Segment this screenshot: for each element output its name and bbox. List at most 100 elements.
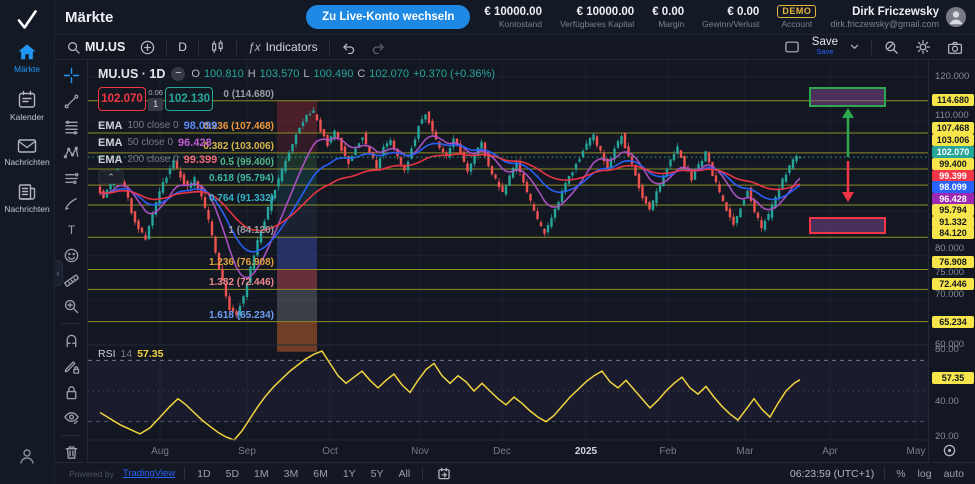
text-tool[interactable]: T <box>59 220 83 240</box>
change-value: +0.370 (+0.36%) <box>413 68 495 80</box>
emoji-tool[interactable] <box>59 245 83 265</box>
range-3m-button[interactable]: 3M <box>281 468 302 480</box>
home-icon <box>17 43 37 61</box>
position-tool[interactable] <box>59 168 83 188</box>
hide-drawings-tool[interactable] <box>59 408 83 428</box>
sidebar-nav: Märkte Kalender Nachrichten Nachrichten <box>0 43 54 214</box>
symbol-search-button[interactable]: MU.US <box>63 38 129 56</box>
save-menu-button[interactable] <box>846 42 863 52</box>
profile-icon[interactable] <box>18 447 36 470</box>
price-axis-label: 65.234 <box>932 316 974 328</box>
app-sidebar: Märkte Kalender Nachrichten Nachrichten <box>0 0 55 484</box>
magnet-tool[interactable] <box>59 331 83 351</box>
pattern-tool[interactable] <box>59 143 83 163</box>
save-button[interactable]: Save Save <box>812 37 838 57</box>
indicator-value: 96.428 <box>178 137 212 149</box>
screenshot-button[interactable] <box>943 38 967 57</box>
session-clock[interactable]: 06:23:59 (UTC+1) <box>790 468 874 480</box>
fib-level-label: 1.618 (65.234) <box>88 310 274 321</box>
user-email: dirk.friczewsky@gmail.com <box>830 19 939 29</box>
indicators-button[interactable]: ƒx Indicators <box>244 38 322 56</box>
price-axis[interactable]: 120.000114.680110.000107.468103.006102.0… <box>928 60 975 462</box>
goto-date-button[interactable] <box>432 464 456 484</box>
interval-button[interactable]: D <box>174 38 191 56</box>
undo-button[interactable] <box>337 39 360 56</box>
range-1d-button[interactable]: 1D <box>194 468 213 480</box>
brush-tool[interactable] <box>59 194 83 214</box>
switch-to-live-button[interactable]: Zu Live-Konto wechseln <box>306 5 470 29</box>
indicator-row-ema100[interactable]: EMA 100 close 0 98.099 <box>98 117 495 134</box>
save-label: Save <box>812 37 838 47</box>
hide-drawings-icon <box>63 409 80 426</box>
chart-style-button[interactable] <box>206 37 229 57</box>
indicator-row-ema200[interactable]: EMA 200 close 0 99.399 <box>98 151 495 168</box>
range-5y-button[interactable]: 5Y <box>368 468 387 480</box>
legend-collapse-chevron[interactable]: ⌃ <box>98 170 124 184</box>
pattern-icon <box>63 144 80 161</box>
crosshair-tool[interactable] <box>59 66 83 86</box>
brush-icon <box>63 195 80 212</box>
mail-icon <box>17 138 37 154</box>
trendline-tool[interactable] <box>59 92 83 112</box>
legend-collapse-button[interactable]: − <box>171 67 185 81</box>
time-axis-label: Nov <box>411 446 429 457</box>
sidebar-item-nachrichten-news[interactable]: Nachrichten <box>0 183 54 214</box>
price-axis-label: 114.680 <box>932 94 974 106</box>
tradingview-link[interactable]: TradingView <box>123 468 175 479</box>
legend-symbol[interactable]: MU.US · 1D <box>98 67 165 81</box>
range-1m-button[interactable]: 1M <box>251 468 272 480</box>
lock-icon <box>63 384 80 401</box>
sidebar-collapse-handle[interactable]: ‹ <box>54 260 63 286</box>
stat-label: Account <box>781 19 812 29</box>
range-6m-button[interactable]: 6M <box>310 468 331 480</box>
remove-drawings-tool[interactable] <box>59 443 83 463</box>
sidebar-item-nachrichten-mail[interactable]: Nachrichten <box>0 138 54 167</box>
divider <box>871 39 872 55</box>
sidebar-item-kalender[interactable]: Kalender <box>0 90 54 122</box>
drawing-mode-tool[interactable] <box>59 357 83 377</box>
crosshair-icon <box>63 67 80 84</box>
fib-retracement-tool[interactable] <box>59 117 83 137</box>
divider <box>198 39 199 55</box>
chart-canvas[interactable]: AugSepOctNovDec2025FebMarAprMay MU.US · … <box>88 60 928 462</box>
zoom-in-tool[interactable] <box>59 296 83 316</box>
sidebar-item-maerkte[interactable]: Märkte <box>0 43 54 74</box>
layout-button[interactable] <box>780 38 804 56</box>
indicator-value: 99.399 <box>184 154 218 166</box>
lock-all-tool[interactable] <box>59 382 83 402</box>
quantity-field[interactable]: 1 <box>148 98 163 111</box>
redo-icon <box>371 41 386 54</box>
redo-button[interactable] <box>367 39 390 56</box>
time-axis-label: Dec <box>493 446 511 457</box>
high-label: H <box>248 68 256 80</box>
auto-scale-button[interactable]: auto <box>943 468 965 480</box>
indicator-name: EMA <box>98 120 122 132</box>
rsi-legend[interactable]: RSI 14 57.35 <box>98 348 163 360</box>
price-axis-label: 70.000 <box>935 289 964 300</box>
buy-button[interactable]: 102.130 <box>165 87 213 111</box>
price-axis-label: 107.468 <box>932 122 974 134</box>
settings-button[interactable] <box>911 37 935 57</box>
log-scale-button[interactable]: log <box>917 468 933 480</box>
rsi-period: 14 <box>121 348 133 360</box>
chart-toolbar: MU.US D ƒx Indicators <box>55 35 975 60</box>
time-axis[interactable]: AugSepOctNovDec2025FebMarAprMay <box>151 446 925 457</box>
sidebar-item-label: Kalender <box>10 112 44 122</box>
divider <box>236 39 237 55</box>
sell-button[interactable]: 102.070 <box>98 87 146 111</box>
indicator-row-ema50[interactable]: EMA 50 close 0 96.428 <box>98 134 495 151</box>
range-1y-button[interactable]: 1Y <box>340 468 359 480</box>
compare-add-button[interactable] <box>136 38 159 57</box>
avatar <box>945 6 967 28</box>
timezone-clock-icon[interactable] <box>943 444 956 462</box>
account-menu[interactable]: Dirk Friczewsky dirk.friczewsky@gmail.co… <box>830 6 967 29</box>
stat-value: € 10000.00 <box>577 6 635 18</box>
price-axis-label: 102.070 <box>932 146 974 158</box>
range-5d-button[interactable]: 5D <box>223 468 242 480</box>
quick-search-button[interactable] <box>880 38 903 57</box>
range-all-button[interactable]: All <box>396 468 414 480</box>
text-icon: T <box>63 221 80 238</box>
rsi-value: 57.35 <box>137 348 163 360</box>
stat-kontostand: € 10000.00 Kontostand <box>484 6 542 29</box>
percent-scale-button[interactable]: % <box>895 468 906 480</box>
